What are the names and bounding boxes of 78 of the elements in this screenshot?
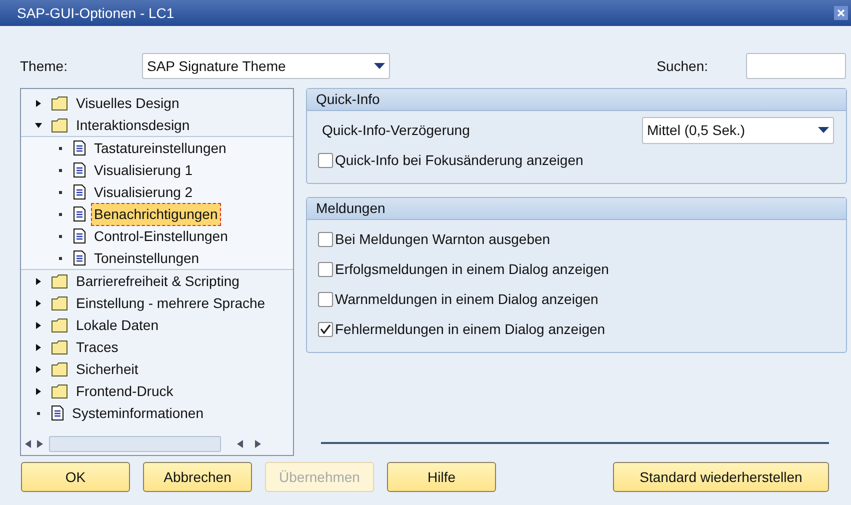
folder-icon [51, 362, 68, 376]
collapsed-arrow-icon[interactable] [35, 388, 42, 394]
folder-icon [51, 118, 68, 132]
tree-item[interactable]: Systeminformationen [69, 402, 207, 424]
checkbox-label[interactable]: Quick-Info bei Fokusänderung anzeigen [335, 150, 584, 170]
bullet-icon [59, 256, 62, 260]
tree-item[interactable]: Toneinstellungen [91, 246, 202, 270]
checkbox[interactable] [318, 292, 333, 306]
document-icon [73, 162, 86, 178]
checkbox-label[interactable]: Warnmeldungen in einem Dialog anzeigen [335, 288, 598, 310]
tree-item[interactable]: Interaktionsdesign [73, 114, 193, 136]
scrollbar-thumb[interactable] [49, 436, 221, 452]
checkmark-icon [320, 324, 331, 334]
search-label: Suchen: [656, 56, 708, 76]
checkbox-label[interactable]: Bei Meldungen Warnton ausgeben [335, 228, 550, 250]
dropdown-caret-icon [374, 63, 385, 69]
tree-item[interactable]: Control-Einstellungen [91, 224, 231, 248]
theme-label: Theme: [20, 56, 68, 76]
folder-icon [51, 96, 68, 110]
document-icon [73, 250, 86, 266]
collapsed-arrow-icon[interactable] [35, 366, 42, 372]
checkbox-label[interactable]: Erfolgsmeldungen in einem Dialog anzeigen [335, 258, 609, 280]
folder-icon [51, 340, 68, 354]
group-header: Meldungen [307, 198, 846, 220]
tree-item[interactable]: Visuelles Design [73, 92, 182, 114]
delay-dropdown[interactable]: Mittel (0,5 Sek.) [642, 116, 834, 144]
checkbox[interactable] [318, 262, 333, 276]
search-field[interactable] [746, 53, 846, 79]
bullet-icon [59, 234, 62, 238]
document-icon [73, 140, 86, 156]
scroll-right-icon[interactable] [255, 440, 261, 448]
document-icon [73, 206, 86, 222]
tree-item[interactable]: Barrierefreiheit & Scripting [73, 270, 242, 292]
dropdown-caret-icon [818, 127, 829, 133]
scroll-right-icon[interactable] [37, 440, 43, 448]
folder-icon [51, 384, 68, 398]
document-icon [73, 184, 86, 200]
close-button[interactable] [834, 6, 848, 20]
theme-dropdown[interactable]: SAP Signature Theme [142, 53, 390, 79]
bullet-icon [59, 146, 62, 150]
collapsed-arrow-icon[interactable] [35, 344, 42, 350]
field-label: Quick-Info-Verzögerung [322, 120, 470, 140]
bullet-icon [59, 212, 62, 216]
tree-item[interactable]: Einstellung - mehrere Sprache [73, 292, 268, 314]
checkbox[interactable] [318, 322, 333, 336]
checkbox[interactable] [318, 152, 333, 168]
tree-item[interactable]: Traces [73, 336, 122, 358]
document-icon [51, 405, 64, 421]
window-title: SAP-GUI-Optionen - LC1 [17, 4, 174, 23]
tree-item[interactable]: Lokale Daten [73, 314, 162, 336]
group-header: Quick-Info [307, 89, 846, 111]
folder-icon [51, 296, 68, 310]
restore-button[interactable]: Standard wiederherstellen [613, 462, 829, 492]
bullet-icon [59, 190, 62, 194]
expanded-arrow-icon[interactable] [35, 122, 42, 128]
dialog-button[interactable]: Abbrechen [143, 462, 252, 492]
tree-item[interactable]: Visualisierung 1 [91, 158, 196, 182]
scroll-left-icon[interactable] [25, 440, 31, 448]
checkbox-label[interactable]: Fehlermeldungen in einem Dialog anzeigen [335, 318, 606, 340]
tree-item[interactable]: Tastatureinstellungen [91, 136, 230, 160]
folder-icon [51, 274, 68, 288]
dialog-button[interactable]: Hilfe [387, 462, 496, 492]
tree-item[interactable]: Visualisierung 2 [91, 180, 196, 204]
tree-item[interactable]: Frontend-Druck [73, 380, 176, 402]
collapsed-arrow-icon[interactable] [35, 322, 42, 328]
close-icon [837, 9, 845, 17]
tree-item[interactable]: Sicherheit [73, 358, 142, 380]
checkbox[interactable] [318, 232, 333, 246]
scroll-left-icon[interactable] [237, 440, 243, 448]
folder-icon [51, 318, 68, 332]
document-icon [73, 228, 86, 244]
collapsed-arrow-icon[interactable] [35, 278, 42, 284]
collapsed-arrow-icon[interactable] [35, 300, 42, 306]
tree-item[interactable]: Benachrichtigungen [91, 202, 221, 226]
collapsed-arrow-icon[interactable] [35, 100, 42, 106]
dialog-button[interactable]: OK [21, 462, 130, 492]
bullet-icon [37, 412, 40, 414]
bullet-icon [59, 168, 62, 172]
